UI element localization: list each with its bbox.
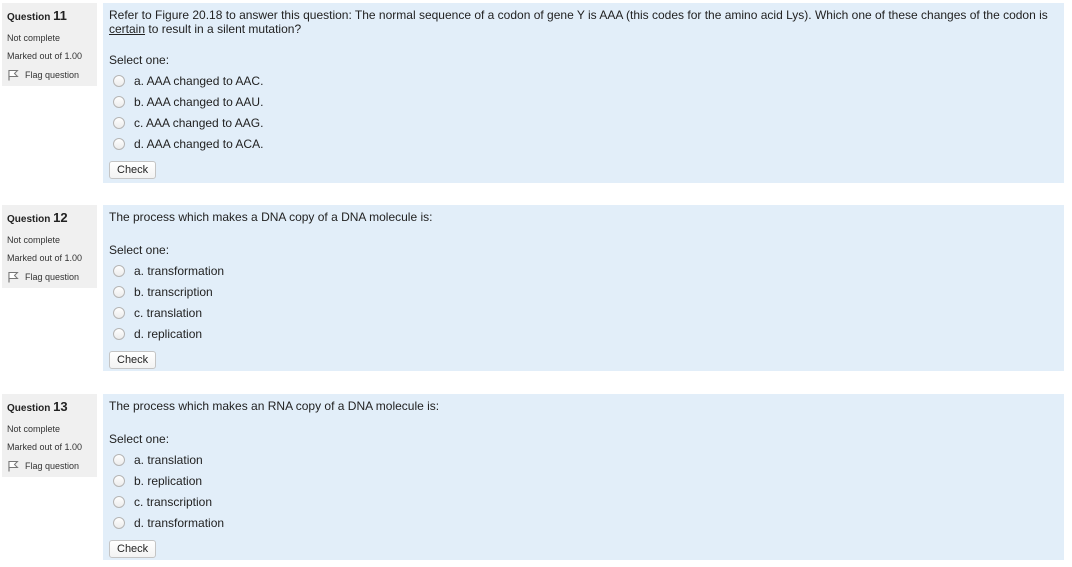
answer-label: c. translation	[134, 305, 203, 320]
answer-option[interactable]: b. transcription	[109, 281, 1058, 302]
check-button[interactable]: Check	[109, 351, 157, 369]
question-text-part: to result in a silent mutation?	[145, 22, 302, 36]
question-text: Refer to Figure 20.18 to answer this que…	[109, 8, 1058, 36]
question-number-value: 13	[53, 399, 68, 414]
radio-button[interactable]	[113, 516, 125, 529]
check-button[interactable]: Check	[109, 161, 157, 179]
answer-label: d. transformation	[134, 515, 225, 530]
question-info: Question 13 Not complete Marked out of 1…	[2, 394, 97, 477]
question-label: Question	[7, 12, 51, 23]
answer-option[interactable]: b. replication	[109, 470, 1058, 491]
radio-button[interactable]	[113, 453, 125, 466]
answer-label: a. AAA changed to AAC.	[134, 73, 264, 88]
question-number-value: 11	[53, 8, 67, 23]
flag-question-label: Flag question	[25, 272, 80, 282]
question-info: Question 12 Not complete Marked out of 1…	[2, 205, 97, 288]
radio-button[interactable]	[113, 264, 125, 277]
answer-label: a. translation	[134, 452, 203, 467]
answer-option[interactable]: b. AAA changed to AAU.	[109, 91, 1058, 112]
question-number-value: 12	[53, 210, 68, 225]
question-text: The process which makes an RNA copy of a…	[109, 399, 1058, 413]
question-number: Question 12	[2, 210, 97, 228]
question-info: Question 11 Not complete Marked out of 1…	[2, 3, 97, 86]
question-state: Not complete	[7, 235, 61, 245]
answer-option[interactable]: a. translation	[109, 449, 1058, 470]
answer-label: d. AAA changed to ACA.	[134, 136, 264, 151]
radio-button[interactable]	[113, 285, 125, 298]
flag-question-label: Flag question	[25, 461, 80, 471]
question-content: Refer to Figure 20.18 to answer this que…	[103, 3, 1064, 183]
flag-question-toggle[interactable]: Flag question	[2, 271, 97, 283]
answer-list: a. translation b. replication c. transcr…	[109, 449, 1058, 533]
question-text-part: The process which makes an RNA copy of a…	[109, 399, 440, 413]
question-text: The process which makes a DNA copy of a …	[109, 210, 1058, 224]
radio-button[interactable]	[113, 116, 125, 129]
question-label: Question	[7, 403, 51, 414]
question-state: Not complete	[7, 424, 61, 434]
flag-icon	[8, 70, 19, 81]
radio-button[interactable]	[113, 95, 125, 108]
radio-button[interactable]	[113, 74, 125, 87]
flag-question-toggle[interactable]: Flag question	[2, 460, 97, 472]
radio-button[interactable]	[113, 306, 125, 319]
question-label: Question	[7, 214, 51, 225]
answer-option[interactable]: c. translation	[109, 302, 1058, 323]
answer-label: b. transcription	[134, 284, 213, 299]
answer-option[interactable]: c. AAA changed to AAG.	[109, 112, 1058, 133]
question-content: The process which makes an RNA copy of a…	[103, 394, 1064, 560]
question-text-part: Refer to Figure 20.18 to answer this que…	[109, 8, 1048, 22]
answer-option[interactable]: a. transformation	[109, 260, 1058, 281]
select-one-prompt: Select one:	[109, 243, 170, 257]
answer-label: b. AAA changed to AAU.	[134, 94, 264, 109]
question-state: Not complete	[7, 33, 61, 43]
question-grade: Marked out of 1.00	[7, 51, 83, 61]
answer-label: d. replication	[134, 326, 203, 341]
flag-icon	[8, 272, 19, 283]
question-text-emphasis: certain	[109, 22, 146, 36]
answer-label: c. transcription	[134, 494, 213, 509]
question-number: Question 13	[2, 399, 97, 417]
answer-list: a. AAA changed to AAC. b. AAA changed to…	[109, 70, 1058, 154]
answer-option[interactable]: d. AAA changed to ACA.	[109, 133, 1058, 154]
answer-label: a. transformation	[134, 263, 225, 278]
select-one-prompt: Select one:	[109, 53, 170, 67]
answer-option[interactable]: d. transformation	[109, 512, 1058, 533]
answer-option[interactable]: c. transcription	[109, 491, 1058, 512]
answer-label: b. replication	[134, 473, 203, 488]
flag-icon	[8, 461, 19, 472]
question-grade: Marked out of 1.00	[7, 253, 83, 263]
radio-button[interactable]	[113, 474, 125, 487]
radio-button[interactable]	[113, 495, 125, 508]
answer-label: c. AAA changed to AAG.	[134, 115, 264, 130]
question-grade: Marked out of 1.00	[7, 442, 83, 452]
answer-option[interactable]: d. replication	[109, 323, 1058, 344]
question-content: The process which makes a DNA copy of a …	[103, 205, 1064, 371]
answer-list: a. transformation b. transcription c. tr…	[109, 260, 1058, 344]
flag-question-toggle[interactable]: Flag question	[2, 69, 97, 81]
question-number: Question 11	[2, 8, 97, 26]
question-text-part: The process which makes a DNA copy of a …	[109, 210, 433, 224]
flag-question-label: Flag question	[25, 70, 80, 80]
check-button[interactable]: Check	[109, 540, 157, 558]
radio-button[interactable]	[113, 137, 125, 150]
quiz-page: Question 11 Not complete Marked out of 1…	[0, 0, 1072, 567]
answer-option[interactable]: a. AAA changed to AAC.	[109, 70, 1058, 91]
select-one-prompt: Select one:	[109, 432, 170, 446]
radio-button[interactable]	[113, 327, 125, 340]
